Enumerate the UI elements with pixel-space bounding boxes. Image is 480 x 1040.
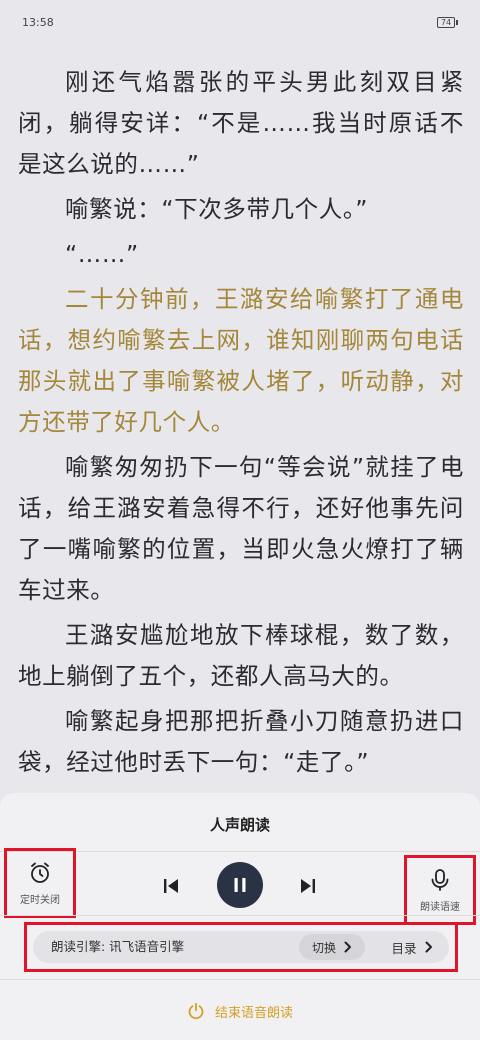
- reader-paragraph: 喻繁说：“下次多带几个人。”: [65, 195, 368, 223]
- reading-speed-label: 朗读语速: [420, 901, 460, 913]
- panel-divider-bottom: [0, 979, 480, 980]
- previous-button[interactable]: [156, 871, 186, 901]
- status-time: 13:58: [22, 15, 54, 29]
- reader-content[interactable]: 刚还气焰嚣张的平头男此刻双目紧闭，躺得安详：“不是……我当时原话不是这么说的………: [18, 62, 464, 802]
- timer-close-label: 定时关闭: [20, 894, 60, 906]
- pause-button[interactable]: [217, 862, 263, 908]
- status-bar: 13:58 74: [0, 0, 480, 36]
- reader-paragraph: 刚还气焰嚣张的平头男此刻双目紧闭，躺得安详：“不是……我当时原话不是这么说的………: [18, 68, 464, 178]
- reader-paragraph: 二十分钟前，王潞安给喻繁打了通电话，想约喻繁去上网，谁知刚聊两句电话那头就出了事…: [18, 285, 464, 436]
- alarm-clock-icon: [31, 862, 49, 883]
- switch-engine-label: 切换: [311, 940, 336, 955]
- timer-close-button[interactable]: 定时关闭: [4, 848, 76, 918]
- table-of-contents-button[interactable]: 目录: [379, 934, 445, 960]
- next-button[interactable]: [293, 871, 323, 901]
- reader-paragraph: 王潞安尴尬地放下棒球棍，数了数，地上躺倒了五个，还都人高马大的。: [18, 621, 464, 690]
- reader-paragraph: 喻繁起身把那把折叠小刀随意扔进口袋，经过他时丢下一句：“走了。”: [18, 707, 464, 776]
- chevron-right-icon: [344, 941, 351, 953]
- reader-paragraph: 喻繁匆匆扔下一句“等会说”就挂了电话，给王潞安着急得不行，还好他事先问了一嘴喻繁…: [18, 453, 464, 604]
- end-reading-label: 结束语音朗读: [214, 1005, 293, 1021]
- switch-engine-button[interactable]: 切换: [299, 934, 365, 960]
- pause-icon: [234, 878, 246, 892]
- power-icon: [188, 1002, 204, 1020]
- engine-row: 朗读引擎: 讯飞语音引擎 切换 目录: [24, 922, 458, 972]
- end-reading-button[interactable]: 结束语音朗读: [0, 998, 480, 1024]
- battery-indicator: 74: [437, 16, 458, 28]
- table-of-contents-label: 目录: [391, 940, 417, 956]
- panel-title: 人声朗读: [209, 816, 270, 834]
- engine-label: 朗读引擎: 讯飞语音引擎: [51, 939, 185, 954]
- skip-previous-icon: [164, 879, 178, 893]
- reader-paragraph: “……”: [65, 240, 139, 268]
- chevron-right-icon: [425, 941, 432, 953]
- battery-tip: [456, 19, 458, 25]
- engine-bar: 朗读引擎: 讯飞语音引擎 切换 目录: [33, 931, 449, 963]
- skip-next-icon: [301, 879, 315, 893]
- microphone-icon: [431, 868, 449, 891]
- panel-divider-mid: [0, 915, 480, 916]
- battery-level: 74: [437, 16, 455, 28]
